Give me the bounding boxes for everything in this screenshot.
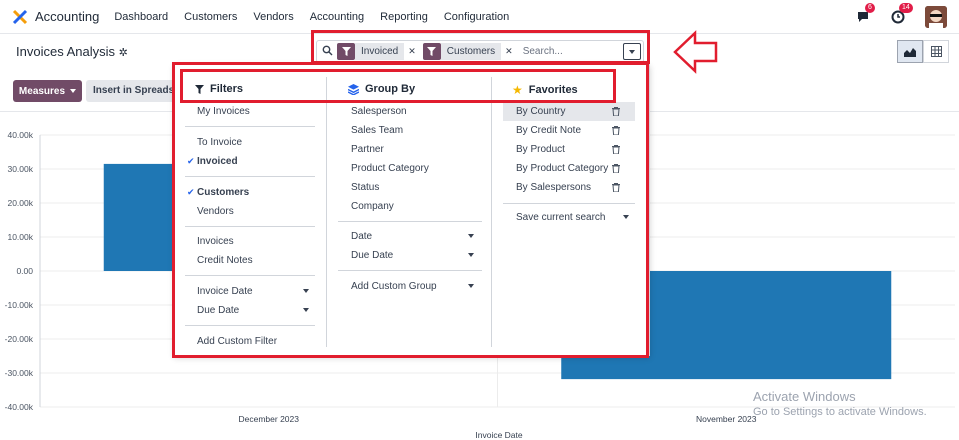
y-tick-label: 40.00k — [7, 130, 33, 140]
arrow-pointer-icon — [673, 30, 718, 74]
y-tick-label: 20.00k — [7, 198, 33, 208]
menu-vendors[interactable]: Vendors — [253, 11, 293, 23]
graph-view-button[interactable] — [897, 40, 923, 63]
page-title-text: Invoices Analysis — [16, 44, 115, 59]
page-title: Invoices Analysis ✲ — [16, 44, 128, 59]
gear-icon[interactable]: ✲ — [119, 47, 128, 59]
messages-icon[interactable]: 6 — [857, 3, 875, 24]
x-axis-label: Invoice Date — [475, 430, 523, 440]
measures-button[interactable]: Measures — [13, 80, 82, 102]
x-tick-label: November 2023 — [696, 414, 757, 424]
activities-badge: 14 — [899, 3, 913, 13]
caret-down-icon — [70, 89, 77, 93]
watermark-subtitle: Go to Settings to activate Windows. — [753, 406, 927, 418]
user-avatar[interactable] — [925, 6, 947, 28]
y-tick-label: 0.00 — [16, 266, 33, 276]
highlight-box-search — [311, 30, 650, 64]
x-tick-label: December 2023 — [239, 414, 300, 424]
menu-reporting[interactable]: Reporting — [380, 11, 428, 23]
highlight-box-dropdown — [172, 62, 649, 358]
y-tick-label: 10.00k — [7, 232, 33, 242]
main-menu: Dashboard Customers Vendors Accounting R… — [106, 11, 517, 23]
watermark-title: Activate Windows — [753, 389, 856, 404]
view-switcher — [897, 40, 949, 63]
top-navbar: Accounting Dashboard Customers Vendors A… — [0, 0, 959, 34]
y-tick-label: -30.00k — [5, 368, 34, 378]
y-tick-label: 30.00k — [7, 164, 33, 174]
pivot-view-button[interactable] — [923, 40, 949, 63]
accounting-app-icon[interactable] — [12, 9, 28, 25]
y-tick-label: -10.00k — [5, 300, 34, 310]
y-tick-label: -20.00k — [5, 334, 34, 344]
menu-accounting[interactable]: Accounting — [310, 11, 364, 23]
insert-in-spreadsheet-button[interactable]: Insert in Spreadsh — [86, 80, 176, 102]
menu-configuration[interactable]: Configuration — [444, 11, 509, 23]
y-tick-label: -40.00k — [5, 402, 34, 412]
app-name[interactable]: Accounting — [35, 9, 99, 24]
windows-watermark: Activate Windows Go to Settings to activ… — [753, 389, 927, 418]
measures-label: Measures — [18, 85, 66, 97]
messages-badge: 6 — [865, 3, 875, 13]
activities-icon[interactable]: 14 — [891, 3, 913, 24]
menu-customers[interactable]: Customers — [184, 11, 237, 23]
menu-dashboard[interactable]: Dashboard — [114, 11, 168, 23]
